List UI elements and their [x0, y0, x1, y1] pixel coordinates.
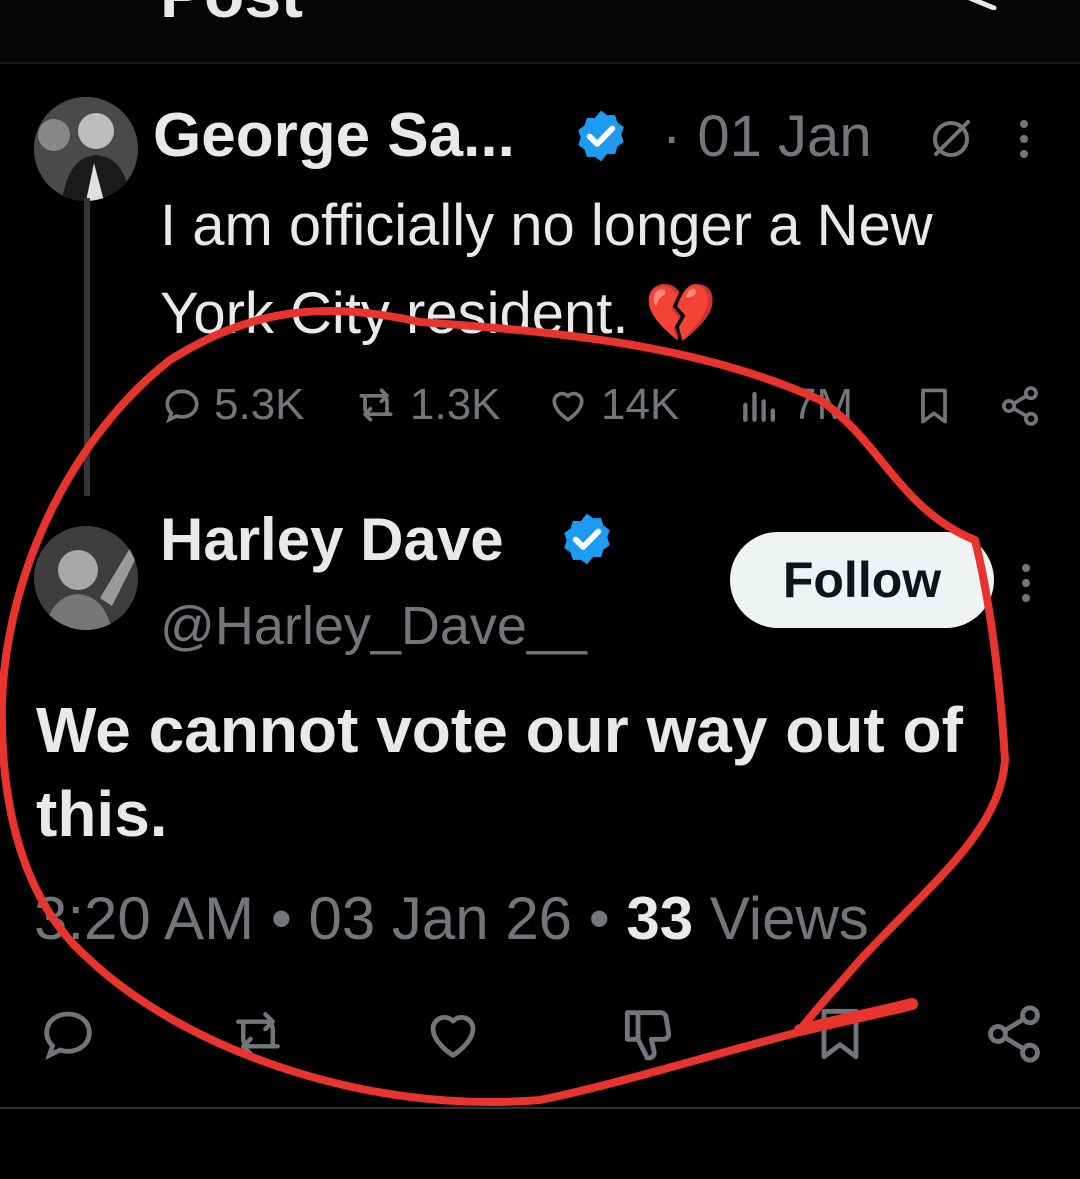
- reply-stat[interactable]: 5.3K: [160, 380, 305, 430]
- views-label: Views: [709, 885, 869, 952]
- repost-count: 1.3K: [410, 380, 501, 429]
- thread-line: [84, 198, 90, 496]
- search-icon[interactable]: [958, 0, 998, 10]
- reply-count: 5.3K: [214, 380, 305, 429]
- views-icon: [743, 391, 776, 422]
- post-text: I am officially no longer a New York Cit…: [160, 182, 1040, 358]
- globe-slash-icon: [933, 120, 970, 157]
- avatar[interactable]: [34, 97, 138, 201]
- repost-icon[interactable]: [226, 1002, 290, 1066]
- bookmark-icon[interactable]: [912, 384, 956, 428]
- like-stat[interactable]: 14K: [545, 380, 679, 430]
- broken-heart-emoji: 💔: [644, 281, 717, 346]
- avatar-photo: [34, 526, 138, 630]
- reply-icon[interactable]: [36, 1002, 100, 1066]
- bookmark-icon[interactable]: [808, 1002, 872, 1066]
- repost-icon: [359, 388, 393, 422]
- share-icon[interactable]: [998, 384, 1042, 428]
- like-icon: [552, 391, 584, 422]
- views-count: 33: [626, 885, 694, 952]
- author-name[interactable]: Harley Dave: [160, 505, 504, 574]
- dislike-icon[interactable]: [614, 1002, 678, 1066]
- meta-separator: •: [270, 885, 309, 952]
- follow-button[interactable]: Follow: [730, 532, 994, 628]
- post-date: 03 Jan 26: [308, 885, 573, 952]
- post-text-body: I am officially no longer a New York Cit…: [160, 193, 933, 346]
- meta-separator: •: [588, 885, 627, 952]
- post-text: We cannot vote our way out of this.: [36, 694, 963, 850]
- repost-stat[interactable]: 1.3K: [352, 380, 501, 430]
- author-name[interactable]: George Sa...: [153, 100, 515, 171]
- author-handle[interactable]: @Harley_Dave__: [160, 595, 587, 657]
- post-meta: 3:20 AM • 03 Jan 26 • 33 Views: [34, 884, 869, 953]
- avatar[interactable]: [34, 526, 138, 630]
- views-count: 7M: [792, 380, 854, 429]
- divider: [0, 1107, 1080, 1109]
- more-dots-icon[interactable]: [1020, 562, 1032, 604]
- divider: [0, 62, 1080, 64]
- like-icon[interactable]: [421, 1002, 485, 1066]
- reply-icon: [165, 389, 199, 424]
- verified-badge-icon: [564, 513, 610, 565]
- post-time: 3:20 AM: [34, 885, 255, 952]
- avatar-photo: [34, 97, 138, 201]
- more-dots-icon[interactable]: [1018, 118, 1030, 160]
- like-count: 14K: [601, 380, 680, 429]
- page-title: Post: [160, 0, 303, 32]
- views-stat[interactable]: 7M: [738, 380, 853, 430]
- verified-badge-icon: [578, 110, 624, 162]
- post-date: · 01 Jan: [662, 104, 872, 169]
- share-icon[interactable]: [982, 1002, 1046, 1066]
